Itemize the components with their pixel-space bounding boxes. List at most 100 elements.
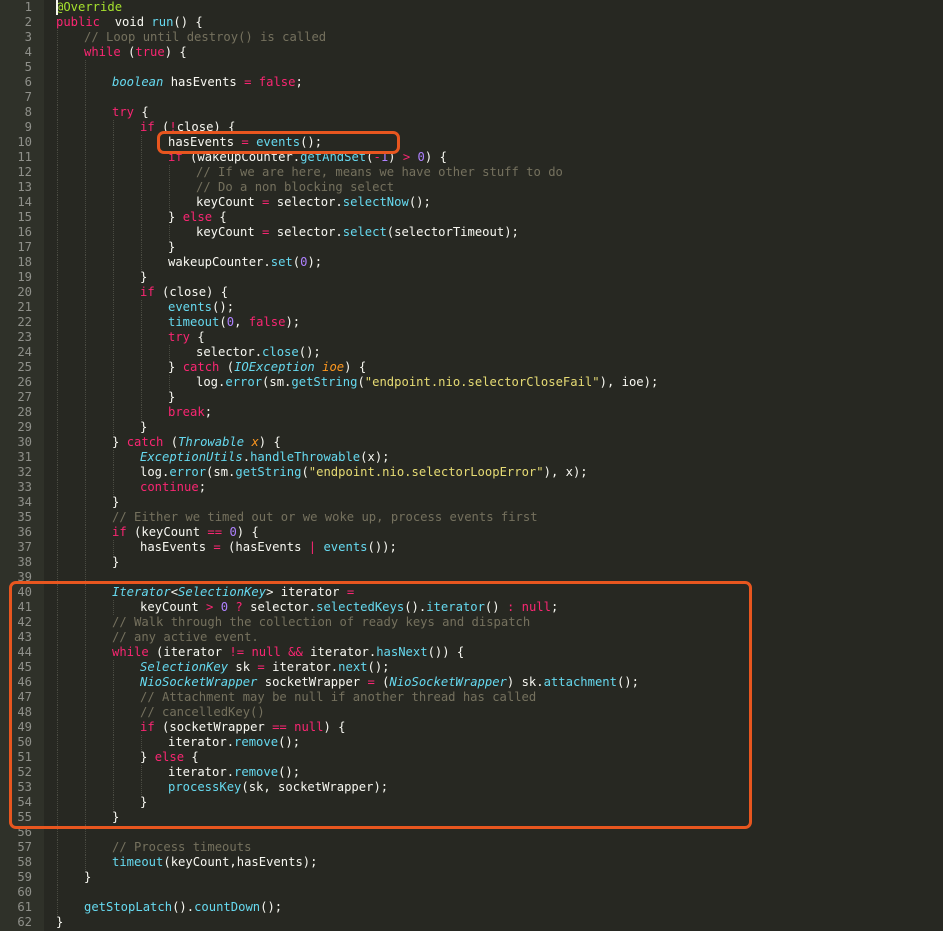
line-number: 6 bbox=[24, 75, 32, 89]
line-number: 30 bbox=[17, 435, 32, 449]
code-text: public void run() { bbox=[56, 15, 203, 30]
code-line[interactable]: 8 try { bbox=[0, 105, 943, 120]
code-line[interactable]: 26 log.error(sm.getString("endpoint.nio.s… bbox=[0, 375, 943, 390]
line-number: 13 bbox=[17, 180, 32, 194]
code-line[interactable]: 1 @Override bbox=[0, 0, 943, 15]
code-line[interactable]: 6 boolean hasEvents = false; bbox=[0, 75, 943, 90]
line-number: 27 bbox=[17, 390, 32, 404]
code-token: ; bbox=[204, 405, 213, 419]
code-text: if (close) { bbox=[140, 285, 228, 300]
code-token: hasEvents bbox=[163, 75, 245, 89]
code-line[interactable]: 10 hasEvents = events(); bbox=[0, 135, 943, 150]
code-text: } catch (IOException ioe) { bbox=[168, 360, 366, 375]
code-token: events bbox=[168, 300, 213, 314]
code-line[interactable]: 23 try { bbox=[0, 330, 943, 345]
code-line[interactable]: 27} bbox=[0, 390, 943, 405]
code-line[interactable]: 28 break; bbox=[0, 405, 943, 420]
line-number: 34 bbox=[17, 495, 32, 509]
code-token: ) { bbox=[164, 45, 187, 59]
code-token: x bbox=[251, 435, 259, 449]
code-text: } bbox=[84, 870, 91, 885]
line-number: 32 bbox=[17, 465, 32, 479]
code-token: select bbox=[342, 225, 387, 239]
code-line[interactable]: 33 continue; bbox=[0, 480, 943, 495]
code-line[interactable]: 21 events(); bbox=[0, 300, 943, 315]
code-text: boolean hasEvents = false; bbox=[112, 75, 303, 90]
code-text: } bbox=[168, 240, 175, 255]
code-line[interactable]: 19} bbox=[0, 270, 943, 285]
code-line[interactable]: 18 wakeupCounter.set(0); bbox=[0, 255, 943, 270]
code-token: } bbox=[140, 420, 148, 434]
code-line[interactable]: 35 // Either we timed out or we woke up, … bbox=[0, 510, 943, 525]
code-line[interactable]: 24 selector.close(); bbox=[0, 345, 943, 360]
code-token: (x); bbox=[360, 450, 390, 464]
line-number: 10 bbox=[17, 135, 32, 149]
code-token: hasEvents bbox=[140, 540, 214, 554]
code-line[interactable]: 11 if (wakeupCounter.getAndSet(-1) > 0) { bbox=[0, 150, 943, 165]
code-line[interactable]: 7 bbox=[0, 90, 943, 105]
code-text: } bbox=[140, 420, 147, 435]
code-token: try bbox=[112, 105, 135, 119]
code-line[interactable]: 17} bbox=[0, 240, 943, 255]
code-line[interactable]: 16 keyCount = selector.select(selectorTim… bbox=[0, 225, 943, 240]
code-line[interactable]: 38} bbox=[0, 555, 943, 570]
code-line[interactable]: 34} bbox=[0, 495, 943, 510]
code-text: continue; bbox=[140, 480, 206, 495]
code-line[interactable]: 57 // Process timeouts bbox=[0, 840, 943, 855]
code-line[interactable]: 14 keyCount = selector.selectNow(); bbox=[0, 195, 943, 210]
code-line[interactable]: 58 timeout(keyCount,hasEvents); bbox=[0, 855, 943, 870]
code-line[interactable]: 29} bbox=[0, 420, 943, 435]
code-text: hasEvents = (hasEvents | events()); bbox=[140, 540, 397, 555]
code-line[interactable]: 62} bbox=[0, 915, 943, 930]
code-line[interactable]: 12 // If we are here, means we have other… bbox=[0, 165, 943, 180]
highlight-box-iterator-block bbox=[9, 581, 752, 829]
code-line[interactable]: 30 } catch (Throwable x) { bbox=[0, 435, 943, 450]
code-line[interactable]: 15} else { bbox=[0, 210, 943, 225]
code-token: } bbox=[168, 210, 183, 224]
code-token: (); bbox=[298, 345, 321, 359]
line-number: 60 bbox=[17, 885, 32, 899]
code-token: ), x); bbox=[543, 465, 588, 479]
code-token: // Either we timed out or we woke up, pr… bbox=[112, 510, 538, 524]
code-line[interactable]: 61 getStopLatch().countDown(); bbox=[0, 900, 943, 915]
code-line[interactable]: 4 while (true) { bbox=[0, 45, 943, 60]
code-line[interactable]: 22 timeout(0, false); bbox=[0, 315, 943, 330]
code-line[interactable]: 60 bbox=[0, 885, 943, 900]
line-number: 19 bbox=[17, 270, 32, 284]
code-token: ) { bbox=[236, 525, 259, 539]
code-line[interactable]: 20 if (close) { bbox=[0, 285, 943, 300]
code-text: log.error(sm.getString("endpoint.nio.sel… bbox=[140, 465, 588, 480]
code-token: set bbox=[270, 255, 293, 269]
code-line[interactable]: 59} bbox=[0, 870, 943, 885]
code-text: } catch (Throwable x) { bbox=[112, 435, 281, 450]
code-token: ; bbox=[295, 75, 303, 89]
code-token: ) { bbox=[258, 435, 281, 449]
code-token: , bbox=[234, 315, 249, 329]
code-line[interactable]: 2 public void run() { bbox=[0, 15, 943, 30]
line-number: 16 bbox=[17, 225, 32, 239]
line-number: 62 bbox=[17, 915, 32, 929]
code-line[interactable]: 36 if (keyCount == 0) { bbox=[0, 525, 943, 540]
code-line[interactable]: 37 hasEvents = (hasEvents | events()); bbox=[0, 540, 943, 555]
code-token: ( bbox=[292, 255, 301, 269]
code-token: 0 bbox=[226, 315, 235, 329]
code-line[interactable]: 5 bbox=[0, 60, 943, 75]
code-line[interactable]: 9 if (!close) { bbox=[0, 120, 943, 135]
code-line[interactable]: 25} catch (IOException ioe) { bbox=[0, 360, 943, 375]
code-token: timeout bbox=[168, 315, 220, 329]
code-token: ( bbox=[219, 360, 235, 374]
code-line[interactable]: 32 log.error(sm.getString("endpoint.nio.s… bbox=[0, 465, 943, 480]
code-line[interactable]: 3 // Loop until destroy() is called bbox=[0, 30, 943, 45]
code-token: = bbox=[213, 540, 221, 554]
code-text: try { bbox=[112, 105, 149, 120]
code-line[interactable]: 13 // Do a non blocking select bbox=[0, 180, 943, 195]
code-token: selector. bbox=[269, 225, 343, 239]
line-number: 2 bbox=[24, 15, 32, 29]
code-line[interactable]: 31 ExceptionUtils.handleThrowable(x); bbox=[0, 450, 943, 465]
line-number: 11 bbox=[17, 150, 32, 164]
code-text: } else { bbox=[168, 210, 227, 225]
code-token: } bbox=[112, 435, 127, 449]
code-editor[interactable]: 1 @Override 2 public void run() {3// Loop u… bbox=[0, 0, 943, 931]
